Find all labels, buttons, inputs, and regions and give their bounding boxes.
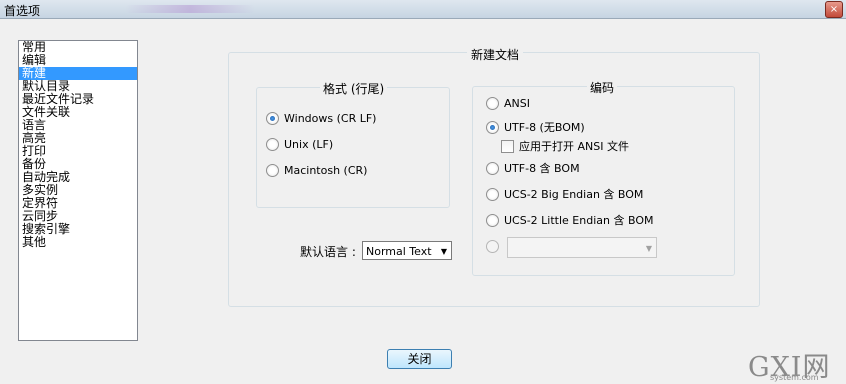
close-button[interactable]: 关闭 <box>387 349 452 369</box>
default-language-select[interactable]: Normal Text ▼ <box>362 241 452 260</box>
radio-utf8-bom[interactable]: UTF-8 含 BOM <box>486 161 580 177</box>
radio-indicator[interactable] <box>486 161 499 175</box>
category-list[interactable]: 常用 编辑 新建 默认目录 最近文件记录 文件关联 语言 高亮 打印 备份 自动… <box>18 40 138 341</box>
radio-macintosh-cr[interactable]: Macintosh (CR) <box>266 163 367 179</box>
chevron-down-icon: ▼ <box>440 247 447 256</box>
sidebar-item-misc[interactable]: 其他 <box>19 236 137 249</box>
title-decoration <box>125 5 255 13</box>
watermark-sub: system.com <box>770 373 819 382</box>
default-language-value: Normal Text <box>366 245 432 258</box>
radio-ucs2-little-endian[interactable]: UCS-2 Little Endian 含 BOM <box>486 213 653 229</box>
chevron-down-icon: ▼ <box>645 244 652 253</box>
radio-label: Unix (LF) <box>284 138 334 151</box>
window-title: 首选项 <box>4 4 41 18</box>
apply-to-ansi-checkbox[interactable]: 应用于打开 ANSI 文件 <box>501 139 629 155</box>
radio-other-encoding[interactable] <box>486 239 504 255</box>
radio-label: ANSI <box>504 97 530 110</box>
radio-windows-crlf[interactable]: Windows (CR LF) <box>266 111 376 127</box>
radio-indicator[interactable] <box>266 163 279 177</box>
radio-label: Windows (CR LF) <box>284 112 377 125</box>
title-bar: 首选项 × <box>0 0 846 19</box>
checkbox-indicator[interactable] <box>501 139 514 153</box>
encoding-group-title: 编码 <box>587 79 618 96</box>
radio-indicator[interactable] <box>486 239 499 253</box>
radio-indicator[interactable] <box>486 213 499 227</box>
radio-utf8-no-bom[interactable]: UTF-8 (无BOM) <box>486 120 585 136</box>
default-language-label: 默认语言 : <box>300 245 356 259</box>
radio-unix-lf[interactable]: Unix (LF) <box>266 137 333 153</box>
radio-indicator[interactable] <box>266 137 279 151</box>
radio-label: UCS-2 Big Endian 含 BOM <box>504 188 644 201</box>
radio-label: UTF-8 含 BOM <box>504 162 580 175</box>
radio-ucs2-big-endian[interactable]: UCS-2 Big Endian 含 BOM <box>486 187 643 203</box>
radio-indicator[interactable] <box>266 111 279 125</box>
radio-ansi[interactable]: ANSI <box>486 96 530 112</box>
radio-indicator[interactable] <box>486 96 499 110</box>
checkbox-label: 应用于打开 ANSI 文件 <box>519 140 629 153</box>
radio-indicator[interactable] <box>486 187 499 201</box>
watermark-logo: GXI网 system.com <box>748 345 844 383</box>
radio-label: Macintosh (CR) <box>284 164 368 177</box>
radio-label: UCS-2 Little Endian 含 BOM <box>504 214 654 227</box>
new-document-title: 新建文档 <box>467 46 524 63</box>
radio-label: UTF-8 (无BOM) <box>504 121 585 134</box>
close-window-button[interactable]: × <box>825 1 843 18</box>
radio-indicator[interactable] <box>486 120 499 134</box>
other-encoding-select[interactable]: ▼ <box>507 237 657 258</box>
format-group-title: 格式 (行尾) <box>320 80 388 97</box>
